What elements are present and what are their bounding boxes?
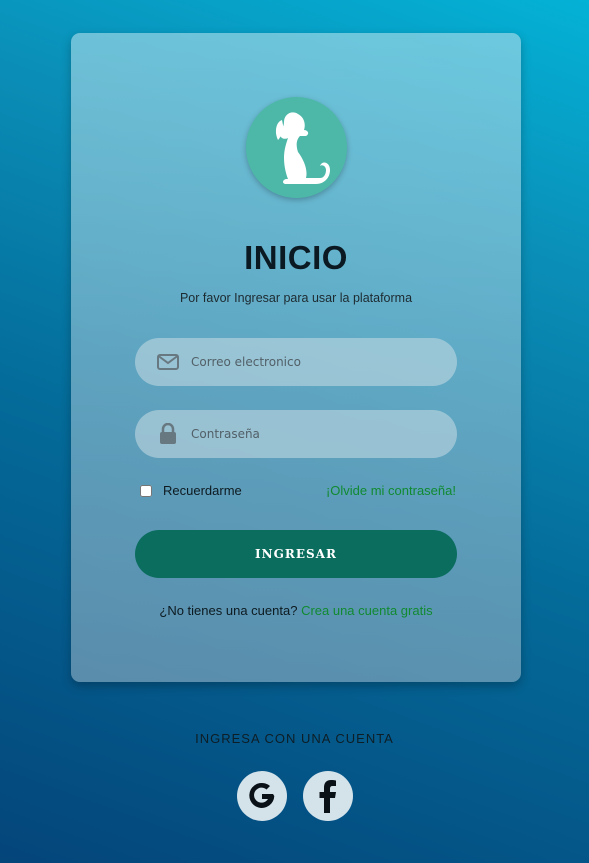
remember-label: Recuerdarme bbox=[163, 483, 242, 498]
page-subtitle: Por favor Ingresar para usar la platafor… bbox=[179, 291, 413, 305]
password-input[interactable] bbox=[191, 427, 441, 441]
lock-icon bbox=[157, 423, 179, 445]
forgot-password-link[interactable]: ¡Olvide mi contraseña! bbox=[326, 483, 456, 498]
email-input[interactable] bbox=[191, 355, 441, 369]
google-login-button[interactable] bbox=[237, 771, 287, 821]
page-title: INICIO bbox=[244, 239, 348, 276]
remember-checkbox[interactable] bbox=[140, 484, 152, 497]
facebook-login-button[interactable] bbox=[303, 771, 353, 821]
login-button[interactable]: INGRESAR bbox=[135, 530, 457, 578]
login-card: INICIO Por favor Ingresar para usar la p… bbox=[71, 33, 521, 682]
facebook-icon bbox=[319, 780, 336, 813]
no-account-text: ¿No tienes una cuenta? bbox=[159, 603, 298, 618]
google-icon bbox=[249, 782, 275, 808]
social-login-heading: INGRESA CON UNA CUENTA bbox=[195, 731, 394, 746]
signup-link[interactable]: Crea una cuenta gratis bbox=[301, 603, 433, 618]
remember-me[interactable]: Recuerdarme bbox=[140, 483, 242, 498]
signup-prompt: ¿No tienes una cuenta? Crea una cuenta g… bbox=[71, 603, 521, 618]
dog-icon bbox=[275, 111, 330, 184]
logo bbox=[246, 97, 347, 198]
email-field[interactable] bbox=[135, 338, 457, 386]
password-field[interactable] bbox=[135, 410, 457, 458]
envelope-icon bbox=[157, 351, 179, 373]
